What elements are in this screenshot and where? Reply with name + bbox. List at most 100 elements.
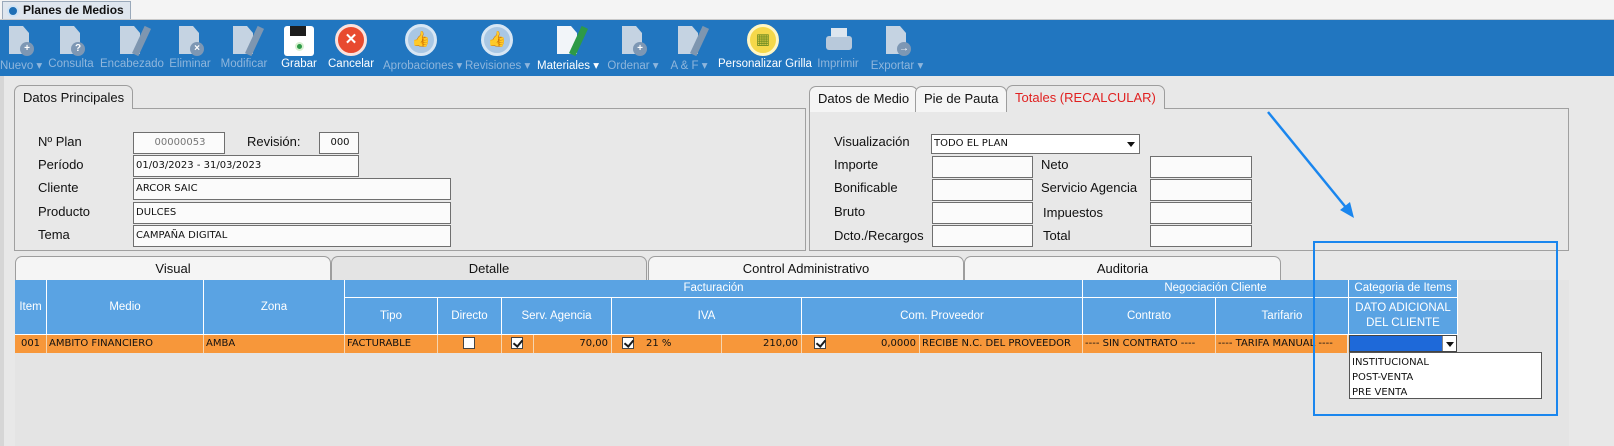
personalizar-grilla-button[interactable]: ▦ Personalizar Grilla [718, 20, 812, 76]
servicio-agencia-label: Servicio Agencia [1041, 180, 1138, 195]
revision-label: Revisión: [247, 134, 301, 149]
importe-field[interactable] [932, 156, 1033, 178]
ordenar-button[interactable]: + Ordenar ▾ [607, 20, 659, 76]
producto-field[interactable]: DULCES [133, 202, 451, 224]
impuestos-field[interactable] [1150, 202, 1252, 224]
thumbs-up-icon: 👍 [405, 24, 437, 58]
header-iva[interactable]: IVA [612, 298, 802, 335]
grid-icon: ▦ [747, 24, 779, 58]
cell-medio[interactable]: AMBITO FINANCIERO [47, 335, 204, 353]
dcto-label: Dcto./Recargos [834, 228, 924, 243]
header-facturacion: Facturación [345, 280, 1083, 298]
window-title: Planes de Medios [23, 3, 124, 17]
left-edge [0, 76, 4, 446]
cell-iva-pct[interactable]: 21 % [644, 335, 722, 353]
servicio-agencia-field[interactable] [1150, 179, 1252, 201]
tab-detalle[interactable]: Detalle [331, 256, 647, 281]
order-doc-icon: + [617, 24, 649, 58]
cell-iva-value[interactable]: 210,00 [722, 335, 802, 353]
materiales-button[interactable]: Materiales ▾ [537, 20, 599, 76]
toolbar: + Nuevo ▾ ? Consulta Encabezado × Eliminar … [0, 20, 1614, 76]
new-doc-icon: + [4, 24, 36, 58]
window-tab[interactable]: Planes de Medios [2, 1, 131, 19]
header-medio[interactable]: Medio [47, 280, 204, 335]
eliminar-button[interactable]: × Eliminar [168, 20, 212, 76]
producto-label: Producto [38, 204, 91, 219]
printer-icon [822, 24, 854, 58]
consulta-button[interactable]: ? Consulta [47, 20, 95, 76]
header-serv-agencia[interactable]: Serv. Agencia [502, 298, 612, 335]
revisiones-button[interactable]: 👍 Revisiones ▾ [465, 20, 530, 76]
tema-field[interactable]: CAMPAÑA DIGITAL [133, 225, 451, 247]
header-com-proveedor[interactable]: Com. Proveedor [802, 298, 1083, 335]
neto-label: Neto [1041, 157, 1069, 172]
thumbs-up-icon: 👍 [481, 24, 513, 58]
exportar-button[interactable]: → Exportar ▾ [868, 20, 926, 76]
tab-visual[interactable]: Visual [15, 256, 331, 281]
af-doc-icon [673, 24, 710, 58]
af-button[interactable]: A & F ▾ [669, 20, 710, 76]
importe-label: Importe [834, 157, 879, 172]
iva-checkbox[interactable] [622, 337, 634, 349]
plan-label: Nº Plan [38, 134, 82, 149]
edit-doc-icon [115, 24, 152, 58]
visualizacion-label: Visualización [834, 134, 910, 149]
header-contrato[interactable]: Contrato [1083, 298, 1216, 335]
save-icon [284, 26, 314, 56]
neto-field[interactable] [1150, 156, 1252, 178]
chevron-down-icon [1127, 142, 1135, 147]
materials-icon [552, 24, 589, 58]
bruto-field[interactable] [932, 202, 1033, 224]
tema-label: Tema [38, 227, 70, 242]
revision-field[interactable]: 000 [319, 132, 359, 154]
tab-datos-principales[interactable]: Datos Principales [14, 85, 134, 109]
modificar-button[interactable]: Modificar [218, 20, 270, 76]
directo-checkbox[interactable] [463, 337, 475, 349]
dcto-field[interactable] [932, 225, 1033, 247]
total-field[interactable] [1150, 225, 1252, 247]
imprimir-button[interactable]: Imprimir [815, 20, 861, 76]
cell-serv-value[interactable]: 70,00 [534, 335, 612, 353]
header-item[interactable]: Item [15, 280, 47, 335]
tab-totales[interactable]: Totales (RECALCULAR) [1006, 85, 1165, 109]
periodo-field[interactable]: 01/03/2023 - 31/03/2023 [133, 155, 359, 177]
highlight-box [1313, 241, 1558, 416]
com-proveedor-checkbox[interactable] [814, 337, 826, 349]
cell-tipo[interactable]: FACTURABLE [345, 335, 438, 353]
cell-com-value[interactable]: 0,0000 [841, 335, 920, 353]
plan-field[interactable]: 00000053 [133, 132, 225, 154]
app-icon [7, 5, 19, 17]
tab-control-administrativo[interactable]: Control Administrativo [648, 256, 964, 281]
cancelar-button[interactable]: ✕ Cancelar [328, 20, 374, 76]
total-label: Total [1043, 228, 1071, 243]
aprobaciones-button[interactable]: 👍 Aprobaciones ▾ [383, 20, 462, 76]
cliente-field[interactable]: ARCOR SAIC [133, 178, 451, 200]
header-directo[interactable]: Directo [438, 298, 502, 335]
cell-item[interactable]: 001 [15, 335, 47, 353]
title-bar: Planes de Medios [0, 0, 1614, 20]
bruto-label: Bruto [834, 204, 866, 219]
bonificable-field[interactable] [932, 179, 1033, 201]
delete-doc-icon: × [174, 24, 206, 58]
header-negociacion: Negociación Cliente [1083, 280, 1349, 298]
header-tipo[interactable]: Tipo [345, 298, 438, 335]
impuestos-label: Impuestos [1043, 205, 1103, 220]
visualizacion-select[interactable]: TODO EL PLAN [931, 134, 1140, 154]
tab-pie-de-pauta[interactable]: Pie de Pauta [915, 86, 1008, 112]
visualizacion-value: TODO EL PLAN [934, 138, 1008, 149]
cell-com-text[interactable]: RECIBE N.C. DEL PROVEEDOR [920, 335, 1083, 353]
serv-agencia-checkbox[interactable] [511, 337, 523, 349]
query-doc-icon: ? [55, 24, 87, 58]
cell-zona[interactable]: AMBA [204, 335, 345, 353]
annotation-arrow-icon [1267, 111, 1354, 218]
tab-datos-de-medio[interactable]: Datos de Medio [809, 86, 919, 112]
cliente-label: Cliente [38, 180, 79, 195]
header-zona[interactable]: Zona [204, 280, 345, 335]
encabezado-button[interactable]: Encabezado [100, 20, 164, 76]
tab-auditoria[interactable]: Auditoria [964, 256, 1281, 281]
cancel-icon: ✕ [335, 24, 367, 58]
cell-contrato[interactable]: ---- SIN CONTRATO ---- [1083, 335, 1216, 353]
grabar-button[interactable]: Grabar [279, 20, 319, 76]
nuevo-button[interactable]: + Nuevo ▾ [0, 20, 42, 76]
modify-doc-icon [228, 24, 265, 58]
